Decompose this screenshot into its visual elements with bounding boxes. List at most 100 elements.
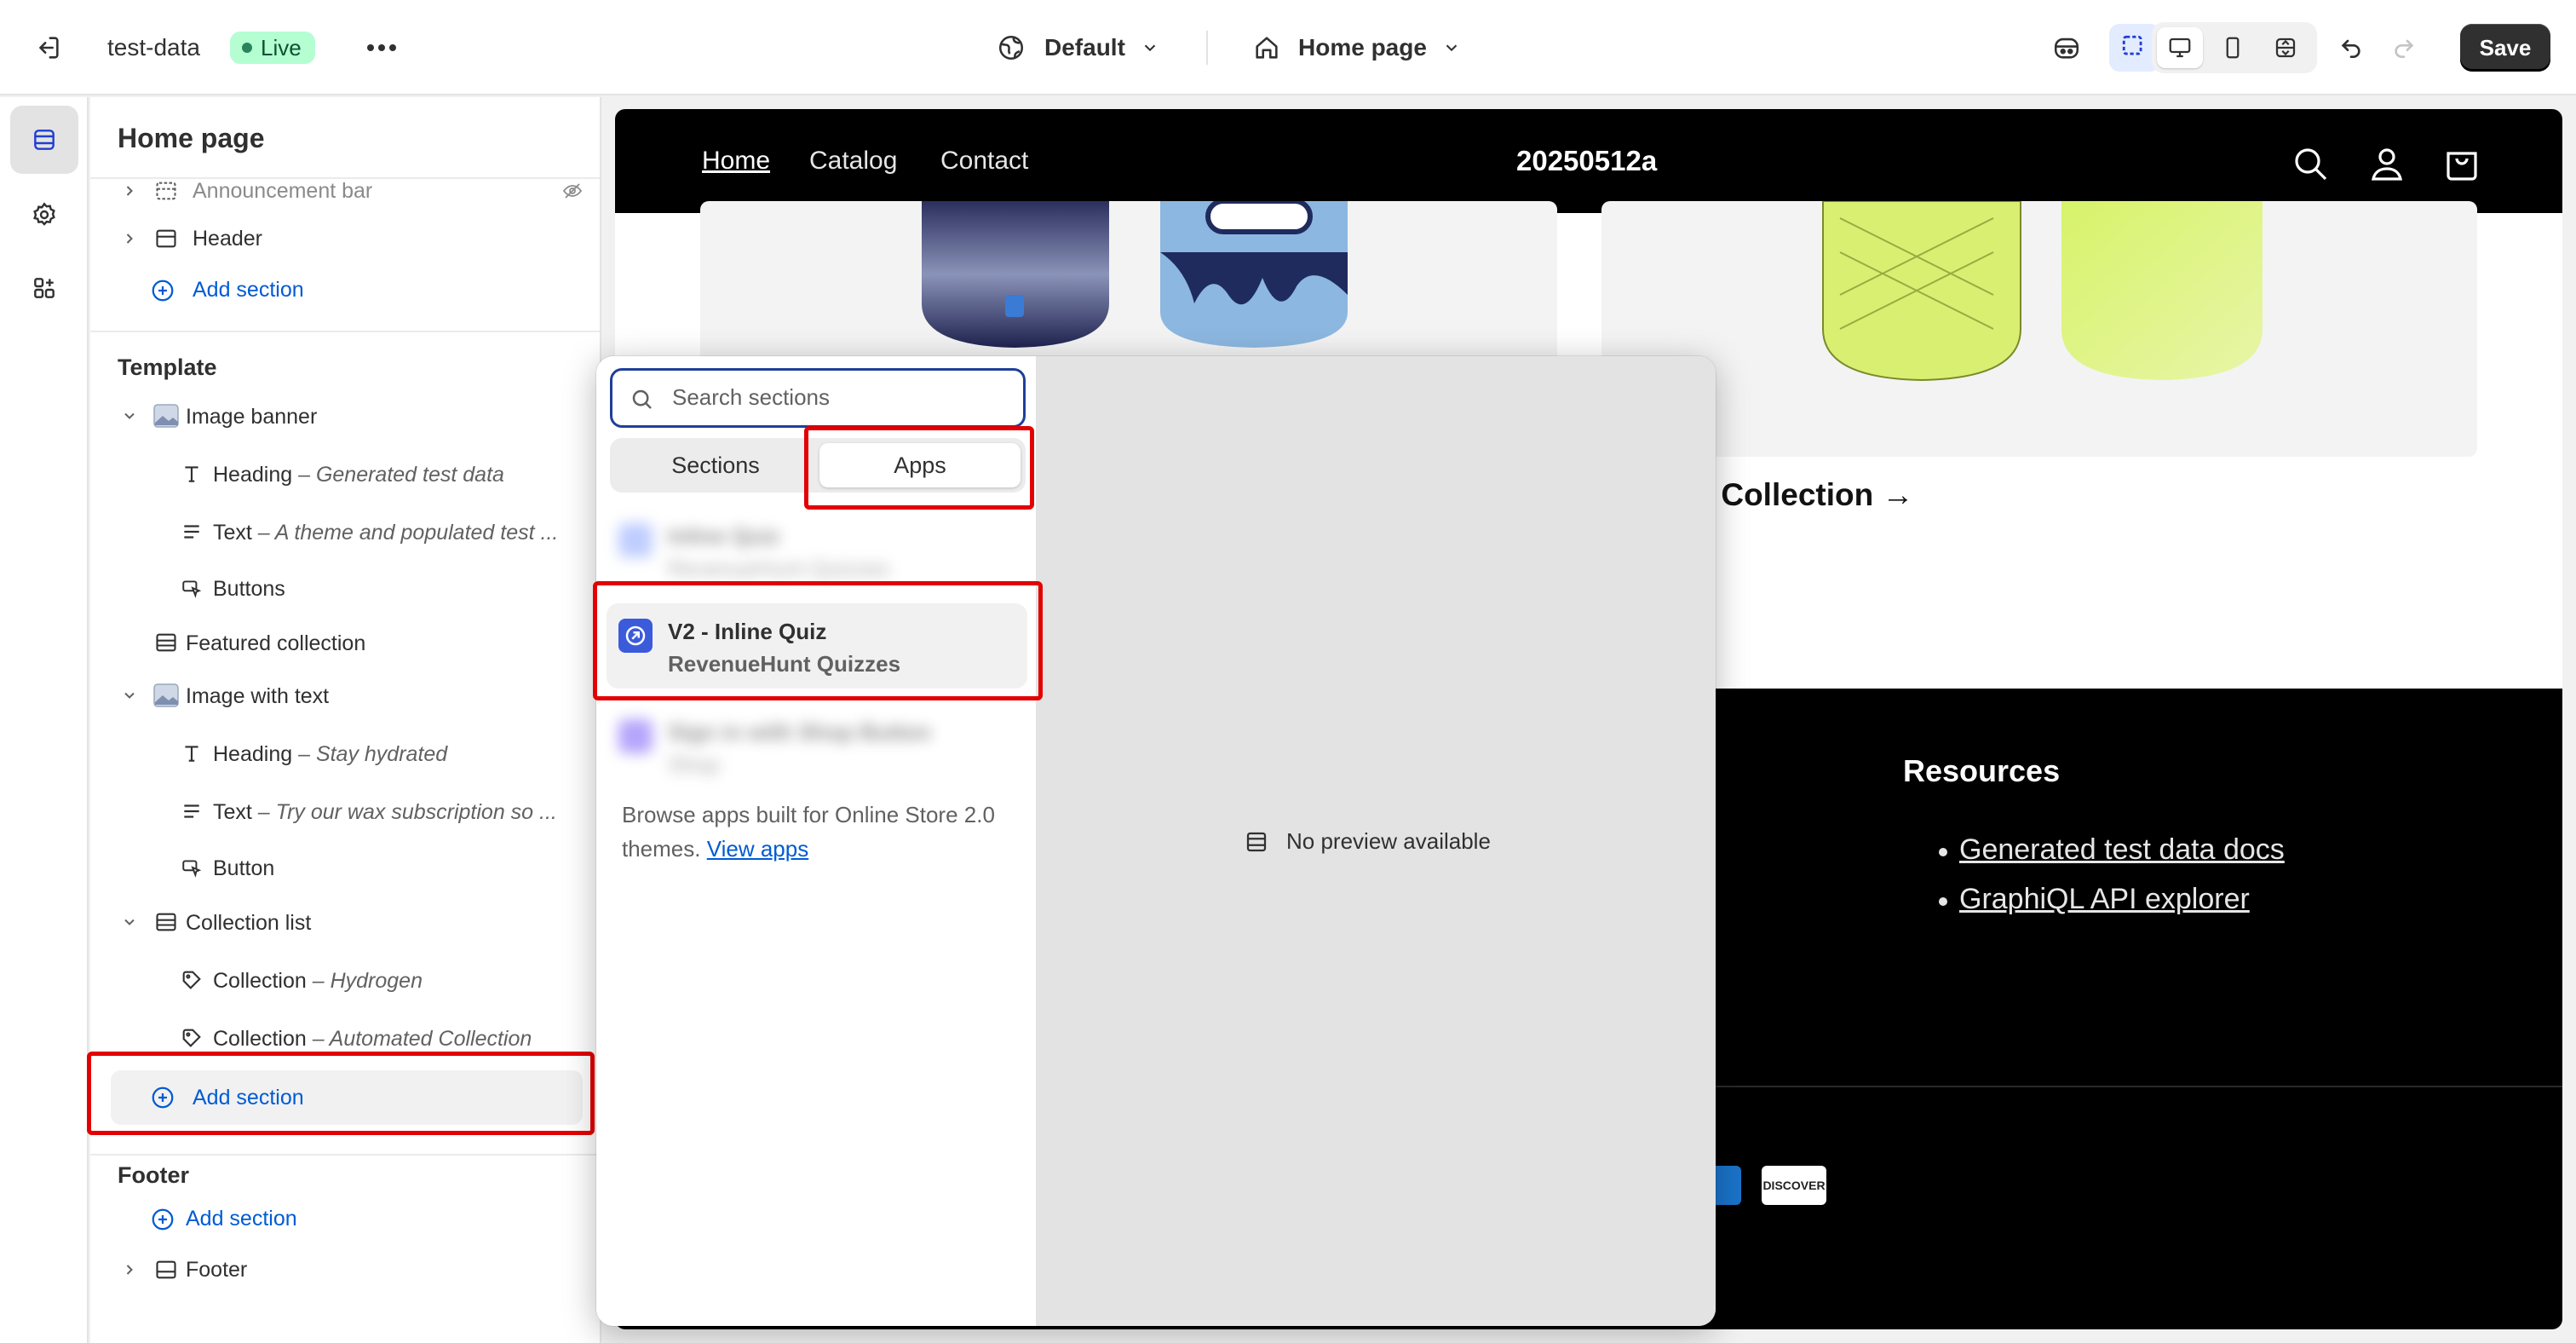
section-collection-list[interactable]: Collection list — [90, 898, 600, 946]
plus-circle-icon — [152, 1208, 174, 1231]
chevron-right-icon[interactable] — [121, 182, 138, 199]
block-type: Collection — [213, 969, 307, 993]
image-thumbnail-icon — [152, 401, 181, 430]
sidebar-item-label: Image with text — [186, 684, 330, 708]
search-icon[interactable] — [2290, 143, 2331, 184]
nav-link-contact[interactable]: Contact — [940, 147, 1028, 176]
status-badge: Live — [230, 32, 315, 64]
search-field[interactable] — [610, 368, 1026, 428]
search-input[interactable] — [672, 384, 1013, 411]
text-icon — [177, 797, 206, 826]
separator: – — [306, 969, 331, 993]
section-image-banner[interactable]: Image banner — [90, 392, 600, 440]
store-header: Home Catalog Contact 20250512a — [615, 109, 2562, 213]
ai-assistant-icon[interactable] — [2046, 27, 2087, 68]
chevron-right-icon[interactable] — [121, 1261, 138, 1278]
image-thumbnail-icon — [152, 681, 181, 710]
nav-link-catalog[interactable]: Catalog — [809, 147, 897, 176]
plus-circle-icon — [152, 1087, 174, 1109]
toolbar-divider — [1206, 31, 1208, 65]
theme-settings-icon[interactable] — [10, 181, 78, 249]
left-rail — [0, 97, 89, 1343]
block-type: Collection — [213, 1027, 307, 1051]
chevron-down-icon[interactable] — [121, 687, 138, 704]
section-icon — [152, 176, 181, 205]
page-selector[interactable]: Home page — [1252, 26, 1461, 70]
theme-selector[interactable]: Default — [997, 26, 1159, 70]
globe-icon — [998, 35, 1024, 61]
undo-icon[interactable] — [2331, 27, 2372, 68]
block-subtitle: Hydrogen — [330, 969, 423, 993]
block-type: Heading — [213, 742, 293, 766]
section-icon — [152, 224, 181, 253]
app-embeds-icon[interactable] — [10, 254, 78, 322]
chevron-down-icon — [1446, 44, 1458, 52]
search-icon — [632, 389, 652, 409]
view-apps-link[interactable]: View apps — [707, 836, 809, 862]
add-section-template-button[interactable]: Add section — [111, 1070, 583, 1125]
nav-link-home[interactable]: Home — [702, 147, 770, 176]
cart-icon[interactable] — [2441, 143, 2482, 184]
block-buttons[interactable]: Buttons — [90, 564, 600, 612]
section-header[interactable]: Header — [90, 216, 600, 261]
block-collection[interactable]: Collection – Hydrogen — [90, 956, 600, 1004]
sidebar-item-label: Image banner — [186, 405, 318, 429]
eye-off-icon[interactable] — [561, 181, 584, 201]
store-brand[interactable]: 20250512a — [1516, 145, 1657, 177]
sections-icon[interactable] — [10, 106, 78, 174]
tab-sections[interactable]: Sections — [615, 443, 816, 487]
popover-list-panel: Sections Apps Inline Quiz RevenueHunt Qu… — [596, 356, 1038, 1326]
divider — [90, 1154, 600, 1156]
sidebar-item-label: Heading – Generated test data — [213, 463, 504, 487]
block-subtitle: Automated Collection — [329, 1027, 532, 1051]
add-section-footer-button[interactable]: Add section — [90, 1196, 600, 1241]
device-view-group — [2152, 22, 2317, 73]
plus-circle-icon — [152, 280, 174, 302]
block-type: Text — [213, 521, 252, 545]
chevron-right-icon[interactable] — [121, 230, 138, 247]
resource-link[interactable]: GraphiQL API explorer — [1959, 883, 2250, 916]
app-item[interactable]: Inline Quiz RevenueHunt Quizzes — [607, 511, 1027, 597]
desktop-view-icon[interactable] — [2157, 27, 2203, 68]
account-icon[interactable] — [2366, 143, 2407, 184]
save-button[interactable]: Save — [2460, 24, 2550, 72]
fullscreen-view-icon[interactable] — [2263, 27, 2309, 68]
block-text[interactable]: Text – Try our wax subscription so ... — [90, 787, 600, 835]
section-footer[interactable]: Footer — [90, 1248, 600, 1292]
more-actions-icon[interactable] — [361, 27, 402, 68]
section-image-with-text[interactable]: Image with text — [90, 672, 600, 719]
resources-title: Resources — [1903, 753, 2061, 788]
chevron-down-icon[interactable] — [121, 407, 138, 424]
separator: – — [251, 800, 276, 824]
block-subtitle: A theme and populated test ... — [274, 521, 559, 545]
separator: – — [251, 521, 275, 545]
chevron-down-icon[interactable] — [121, 914, 138, 931]
sidebar-item-label: Buttons — [213, 577, 285, 601]
resource-link[interactable]: Generated test data docs — [1959, 833, 2285, 867]
block-button[interactable]: Button — [90, 844, 600, 891]
redo-icon[interactable] — [2383, 27, 2424, 68]
button-cursor-icon — [177, 853, 206, 882]
block-collection[interactable]: Collection – Automated Collection — [90, 1014, 600, 1062]
app-item[interactable]: Sign in with Shop Button Shop — [607, 707, 1027, 793]
sidebar-item-label: Header — [193, 227, 262, 251]
block-heading[interactable]: Heading – Generated test data — [90, 450, 600, 498]
app-title: V2 - Inline Quiz — [668, 619, 827, 644]
exit-icon[interactable] — [27, 27, 68, 68]
app-subtitle: RevenueHunt Quizzes — [668, 651, 901, 677]
add-section-header-button[interactable]: Add section — [90, 268, 600, 312]
add-section-label: Add section — [186, 1207, 297, 1231]
app-title: Sign in with Shop Button — [668, 719, 932, 745]
add-section-label: Add section — [193, 1086, 304, 1110]
tab-apps[interactable]: Apps — [819, 443, 1021, 487]
app-item-v2-inline-quiz[interactable]: V2 - Inline Quiz RevenueHunt Quizzes — [607, 603, 1027, 689]
block-heading[interactable]: Heading – Stay hydrated — [90, 729, 600, 777]
home-icon — [1256, 37, 1278, 59]
product-card[interactable] — [1601, 201, 2477, 457]
mobile-view-icon[interactable] — [2210, 27, 2256, 68]
section-featured-collection[interactable]: Featured collection — [90, 619, 600, 666]
block-text[interactable]: Text – A theme and populated test ... — [90, 508, 600, 556]
section-announcement-bar[interactable]: Announcement bar — [90, 169, 600, 213]
block-type: Heading — [213, 463, 293, 487]
page-selector-label: Home page — [1298, 34, 1427, 61]
